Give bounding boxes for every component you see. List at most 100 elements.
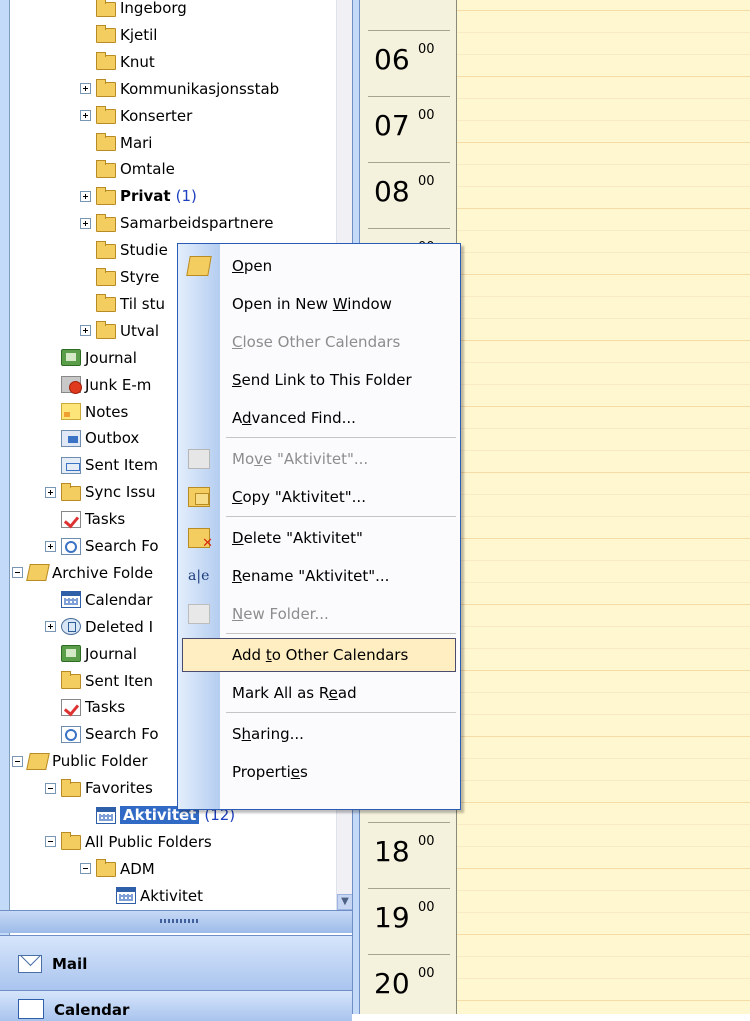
menu-item-label: Close Other Calendars [232, 333, 401, 351]
folder-tree-item[interactable]: ADM [80, 856, 155, 882]
folder-tree-item[interactable]: Search Fo [45, 533, 159, 559]
grid-line [457, 340, 750, 341]
menu-item[interactable]: Copy "Aktivitet"... [178, 479, 460, 515]
hour-number: 08 [374, 175, 410, 208]
hour-number: 20 [374, 967, 410, 1000]
new-folder-icon [188, 604, 210, 624]
folder-tree-item[interactable]: Konserter [80, 103, 192, 129]
folder-tree-item[interactable]: Junk E-m [45, 372, 151, 398]
grid-line [457, 538, 750, 539]
scroll-down-button[interactable]: ▼ [337, 894, 352, 910]
folder-tree-item[interactable]: Til stu [80, 291, 165, 317]
grip-dots [160, 919, 198, 923]
folder-tree-item[interactable]: Notes [45, 399, 128, 425]
outbox-icon [61, 429, 81, 447]
menu-item[interactable]: Properties [178, 754, 460, 790]
folder-icon [96, 133, 116, 151]
calendar-icon [61, 591, 81, 609]
folder-tree-item[interactable]: Knut [80, 49, 155, 75]
folder-tree-item[interactable]: Tasks [45, 694, 125, 720]
menu-item[interactable]: Mark All as Read [178, 675, 460, 711]
collapse-icon[interactable] [45, 782, 56, 794]
expand-icon[interactable] [45, 486, 56, 498]
folder-tree-item[interactable]: Journal [45, 641, 137, 667]
folder-tree-item[interactable]: All Public Folders [45, 829, 212, 855]
grid-line [457, 714, 750, 715]
expand-icon[interactable] [80, 83, 91, 95]
time-slot-label: 06 00 [368, 30, 450, 95]
menu-item[interactable]: Open in New Window [178, 286, 460, 322]
menu-item[interactable]: a|e Rename "Aktivitet"... [178, 558, 460, 594]
folder-tree-item[interactable]: Sent Item [45, 452, 158, 478]
expand-icon[interactable] [45, 540, 56, 552]
grid-line [457, 230, 750, 231]
grid-line [457, 318, 750, 319]
folder-tree-item[interactable]: Search Fo [45, 721, 159, 747]
folder-tree-item[interactable]: Favorites [45, 775, 153, 801]
folder-tree-item[interactable]: Deleted I [45, 614, 153, 640]
collapse-icon[interactable] [12, 755, 23, 767]
folder-tree-item[interactable]: Calendar [45, 587, 152, 613]
grid-line [457, 208, 750, 209]
minute-number: 00 [418, 834, 435, 849]
collapse-icon[interactable] [45, 836, 56, 848]
folder-tree-item[interactable]: Ingeborg [80, 0, 187, 21]
folder-tree-item[interactable]: Journal [45, 345, 137, 371]
folder-tree-item[interactable]: Sync Issu [45, 479, 155, 505]
grid-line [457, 54, 750, 55]
expand-icon[interactable] [80, 325, 91, 337]
menu-separator [226, 437, 456, 438]
menu-item[interactable]: Delete "Aktivitet" [178, 520, 460, 556]
folder-tree-item[interactable]: Sent Iten [45, 668, 153, 694]
grid-line [457, 362, 750, 363]
nav-mail-button[interactable]: Mail [0, 935, 352, 991]
expand-icon[interactable] [45, 621, 56, 633]
menu-item[interactable]: Add to Other Calendars [182, 638, 456, 672]
nav-mail-label: Mail [52, 954, 88, 973]
journal-icon [61, 645, 81, 663]
folder-tree-item[interactable]: Public Folder [12, 748, 148, 774]
collapse-icon[interactable] [80, 863, 91, 875]
folder-icon [61, 671, 81, 689]
folder-tree-item[interactable]: Privat (1) [80, 183, 197, 209]
folder-tree-item[interactable]: Omtale [80, 156, 175, 182]
folder-tree-item[interactable]: Archive Folde [12, 560, 153, 586]
nav-pane-splitter[interactable] [0, 910, 352, 933]
menu-item-label: Advanced Find... [232, 409, 356, 427]
folder-tree-item[interactable]: Samarbeidspartnere [80, 210, 274, 236]
folder-tree-item[interactable]: Utval [80, 318, 159, 344]
expand-icon[interactable] [80, 110, 91, 122]
grid-line [457, 252, 750, 253]
collapse-icon[interactable] [12, 567, 23, 579]
move-folder-icon [188, 449, 210, 469]
menu-item-label: New Folder... [232, 605, 329, 623]
folder-tree-label: Konserter [120, 106, 193, 125]
menu-item[interactable]: Advanced Find... [178, 400, 460, 436]
grid-line [457, 582, 750, 583]
menu-item[interactable]: Send Link to This Folder [178, 362, 460, 398]
folder-tree-label: Utval [120, 321, 160, 340]
folder-tree-item[interactable]: Mari [80, 130, 152, 156]
rename-icon: a|e [188, 568, 210, 584]
menu-item[interactable]: Open [178, 248, 460, 284]
folder-tree-item[interactable]: Tasks [45, 506, 125, 532]
expand-icon[interactable] [80, 217, 91, 229]
expand-icon[interactable] [80, 190, 91, 202]
folder-icon [61, 778, 81, 797]
calendar-day-grid[interactable] [457, 0, 750, 1014]
folder-tree-label: Sync Issu [85, 483, 156, 502]
nav-calendar-button[interactable]: Calendar [0, 990, 352, 1021]
menu-item[interactable]: Sharing... [178, 716, 460, 752]
mail-icon [18, 954, 42, 973]
folder-tree-label: Favorites [85, 779, 153, 798]
folder-tree-item[interactable]: Kjetil [80, 22, 157, 48]
folder-tree-item[interactable]: Styre [80, 264, 159, 290]
folder-tree-label: Deleted I [85, 617, 153, 636]
folder-tree-item[interactable]: Outbox [45, 425, 139, 451]
folder-icon [96, 0, 116, 17]
folder-tree-item[interactable]: Studie [80, 237, 168, 263]
folder-tree-item[interactable]: Kommunikasjonsstab [80, 76, 279, 102]
grid-line [457, 472, 750, 473]
folder-tree-item[interactable]: Aktivitet [100, 883, 203, 909]
minute-number: 00 [418, 174, 435, 189]
